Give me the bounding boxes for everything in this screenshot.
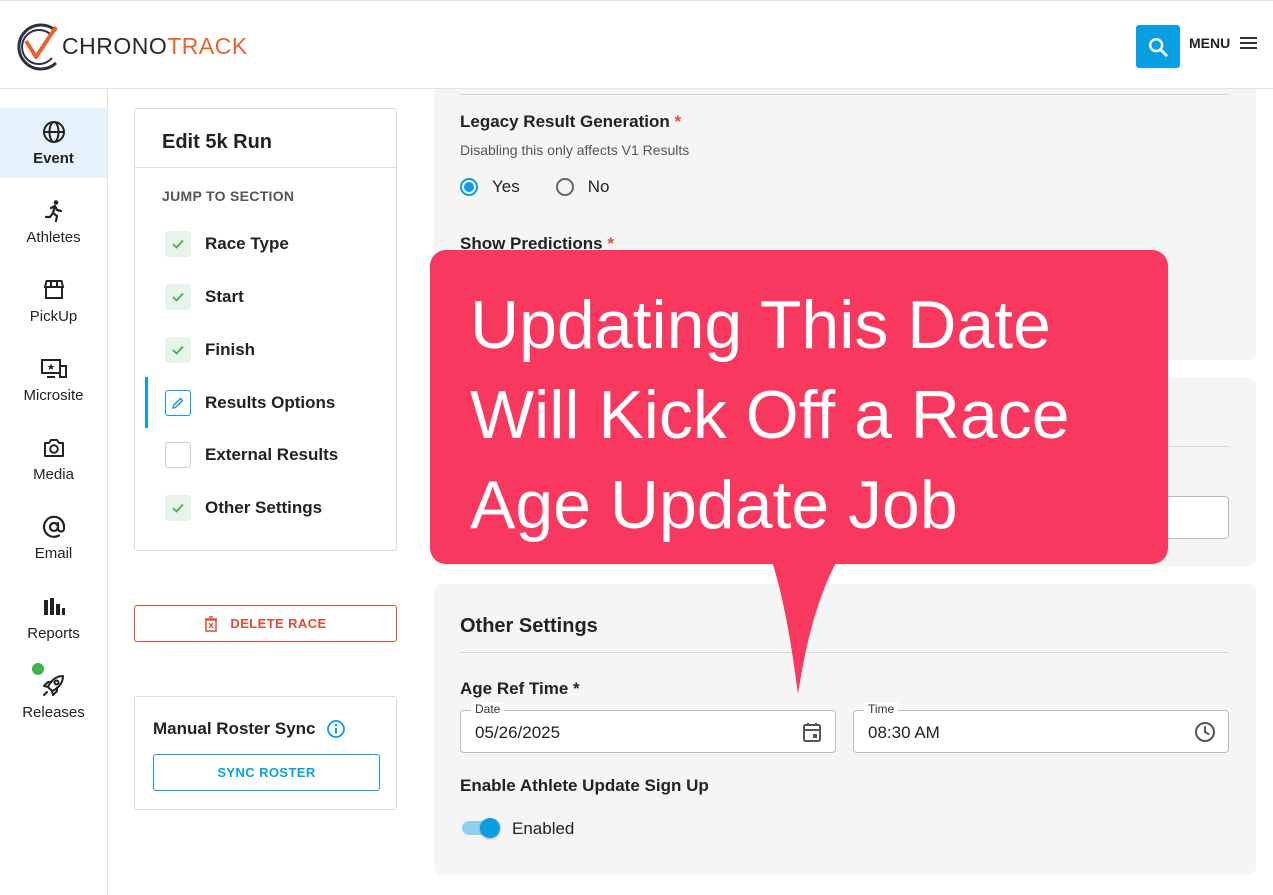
check-icon: [165, 337, 191, 363]
sidebar-item-label: Releases: [22, 704, 85, 721]
callout-line-1: Updating This Date: [470, 287, 1051, 363]
date-field[interactable]: Date 05/26/2025: [460, 702, 836, 753]
annotation-callout: Updating This Date Will Kick Off a Race …: [430, 250, 1168, 564]
athlete-update-signup-label: Enable Athlete Update Sign Up: [460, 776, 709, 795]
jump-item-label: Finish: [205, 340, 256, 359]
jump-item-other-settings[interactable]: Other Settings: [165, 494, 322, 522]
logo-mark-icon: [17, 23, 58, 71]
bar-chart-icon: [42, 595, 66, 619]
divider: [460, 652, 1229, 653]
jump-item-results-options[interactable]: Results Options: [165, 389, 335, 417]
rocket-icon: [41, 674, 67, 698]
hamburger-icon: [1240, 37, 1258, 49]
sidebar-item-media[interactable]: Media: [0, 424, 107, 494]
sidebar-item-reports[interactable]: Reports: [0, 583, 107, 653]
time-field-label: Time: [864, 702, 899, 716]
jump-item-label: External Results: [205, 445, 339, 464]
jump-item-label: Race Type: [205, 234, 289, 253]
divider: [135, 167, 396, 168]
callout-line-3: Age Update Job: [470, 467, 958, 543]
manual-roster-sync-card: Manual Roster Sync SYNC ROSTER: [134, 696, 397, 810]
other-settings-title: Other Settings: [460, 615, 598, 637]
date-field-label: Date: [471, 702, 505, 716]
legacy-title-text: Legacy Result Generation: [460, 112, 670, 131]
empty-checkbox-icon: [165, 442, 191, 468]
sidebar-item-label: Athletes: [26, 229, 81, 246]
sidebar-item-event[interactable]: Event: [0, 108, 107, 178]
date-field-value: 05/26/2025: [475, 723, 561, 742]
sync-roster-button[interactable]: SYNC ROSTER: [153, 754, 380, 791]
monitor-star-icon: [40, 357, 68, 381]
check-icon: [165, 284, 191, 310]
jump-item-label: Start: [205, 287, 244, 306]
legacy-result-generation-label: Legacy Result Generation *: [460, 112, 681, 132]
sidebar-item-label: Media: [33, 466, 74, 483]
required-marker: *: [674, 112, 682, 131]
search-icon: [1149, 37, 1168, 57]
sidebar-item-pickup[interactable]: PickUp: [0, 266, 107, 336]
time-field[interactable]: Time 08:30 AM: [853, 702, 1229, 753]
menu-label: MENU: [1189, 35, 1231, 51]
race-title: Edit 5k Run: [162, 131, 273, 153]
check-icon: [165, 495, 191, 521]
legacy-help-text: Disabling this only affects V1 Results: [460, 142, 690, 158]
clock-icon[interactable]: [1194, 721, 1216, 748]
legacy-radio-group: Yes No: [460, 177, 609, 197]
sidebar-item-label: Event: [33, 150, 74, 167]
jump-item-label: Results Options: [205, 393, 336, 412]
sidebar-item-label: Microsite: [23, 387, 84, 404]
sidebar: Event Athletes PickUp Microsite Media Em…: [0, 89, 108, 895]
yes-radio-label[interactable]: Yes: [492, 177, 520, 197]
toggle-label: Enabled: [512, 819, 575, 838]
pencil-icon: [165, 390, 191, 416]
new-release-indicator: [32, 663, 44, 675]
callout-line-2: Will Kick Off a Race: [470, 377, 1070, 453]
menu-button[interactable]: MENU: [1189, 35, 1258, 51]
jump-item-finish[interactable]: Finish: [165, 336, 255, 364]
chronotrack-logo[interactable]: CHRONOTRACK: [16, 19, 248, 73]
toggle-knob: [480, 818, 500, 838]
athlete-update-signup-toggle[interactable]: [460, 817, 500, 839]
no-radio[interactable]: [555, 178, 574, 196]
age-ref-time-label: Age Ref Time *: [460, 679, 580, 698]
sidebar-item-label: PickUp: [29, 308, 78, 325]
sidebar-item-releases[interactable]: Releases: [0, 662, 107, 732]
sidebar-item-label: Reports: [27, 625, 80, 642]
at-icon: [42, 515, 66, 539]
sidebar-item-athletes[interactable]: Athletes: [0, 187, 107, 257]
callout-text: Updating This Date Will Kick Off a Race …: [470, 280, 1150, 550]
other-settings-panel: Other Settings Age Ref Time * Date 05/26…: [434, 584, 1256, 875]
trash-icon: [204, 615, 218, 632]
sidebar-item-email[interactable]: Email: [0, 503, 107, 573]
check-icon: [165, 231, 191, 257]
divider: [460, 94, 1229, 95]
store-icon: [42, 278, 66, 302]
camera-icon: [42, 436, 66, 460]
active-section-indicator: [145, 377, 148, 428]
jump-to-section-card: Edit 5k Run JUMP TO SECTION Race Type St…: [134, 108, 397, 551]
logo-track-text: TRACK: [167, 32, 248, 59]
globe-icon: [42, 120, 66, 144]
yes-radio[interactable]: [460, 178, 478, 196]
search-button[interactable]: [1136, 25, 1180, 68]
calendar-icon[interactable]: [801, 721, 823, 748]
top-bar: CHRONOTRACK MENU: [0, 0, 1273, 89]
time-field-value: 08:30 AM: [868, 723, 940, 742]
info-icon[interactable]: [326, 719, 346, 744]
jump-item-label: Other Settings: [205, 498, 323, 517]
sidebar-item-label: Email: [34, 545, 73, 562]
jump-item-start[interactable]: Start: [165, 283, 244, 311]
jump-item-external-results[interactable]: External Results: [165, 441, 338, 469]
jump-item-race-type[interactable]: Race Type: [165, 230, 289, 258]
jump-to-section-heading: JUMP TO SECTION: [162, 188, 295, 204]
delete-race-button[interactable]: DELETE RACE: [134, 605, 397, 642]
runner-icon: [42, 199, 66, 223]
logo-chrono-text: CHRONO: [62, 32, 168, 59]
sync-title: Manual Roster Sync: [153, 719, 316, 738]
sidebar-item-microsite[interactable]: Microsite: [0, 345, 107, 415]
delete-race-label: DELETE RACE: [230, 616, 327, 631]
no-radio-label[interactable]: No: [588, 177, 610, 197]
